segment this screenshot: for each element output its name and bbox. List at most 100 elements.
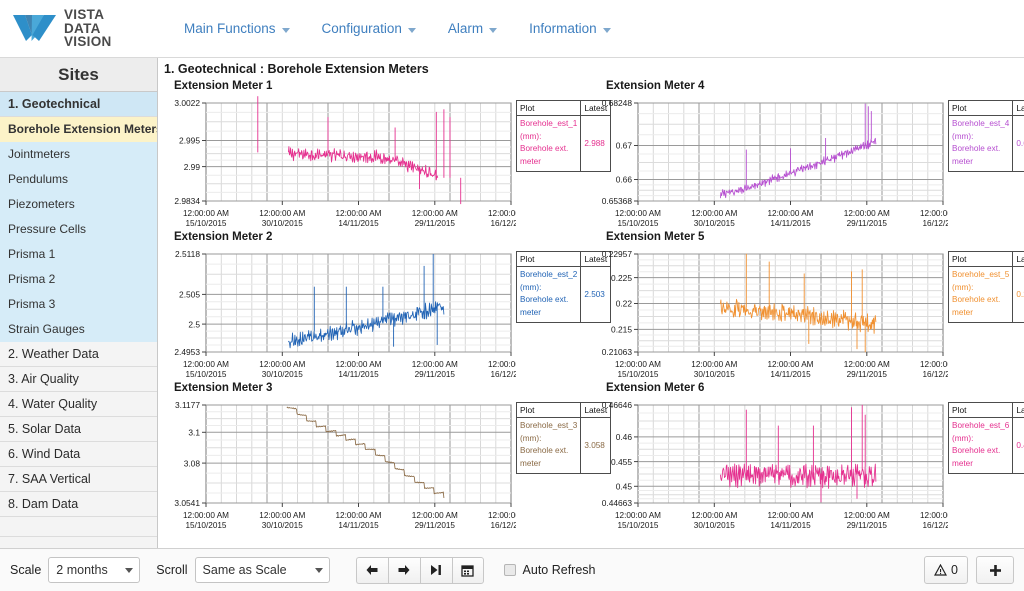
sidebar-item-prisma-2[interactable]: Prisma 2 xyxy=(0,267,157,292)
sidebar-item-label: 2. Weather Data xyxy=(8,347,99,361)
add-button[interactable] xyxy=(976,556,1014,584)
svg-text:29/11/2015: 29/11/2015 xyxy=(415,370,456,379)
sidebar-item-6-wind-data[interactable]: 6. Wind Data xyxy=(0,442,157,467)
legend-latest-value: 0.216 xyxy=(1012,266,1024,323)
svg-text:29/11/2015: 29/11/2015 xyxy=(847,521,888,530)
chart-plot-extension-meter-4[interactable]: 0.68248 0.67 0.66 0.65368 12:00:00 AM 15/10/2… xyxy=(594,95,948,239)
legend-latest-value: 0.452 xyxy=(1012,417,1024,474)
nav-configuration[interactable]: Configuration xyxy=(306,17,432,40)
nav-alarm[interactable]: Alarm xyxy=(432,17,513,40)
legend-header-row: PlotLatest xyxy=(947,402,1024,418)
legend-header-plot: Plot xyxy=(947,251,1014,267)
scroll-back-button[interactable] xyxy=(355,556,388,584)
sidebar-item-4-water-quality[interactable]: 4. Water Quality xyxy=(0,392,157,417)
sidebar-item-2-weather-data[interactable]: 2. Weather Data xyxy=(0,342,157,367)
scroll-select[interactable]: Same as Scale xyxy=(194,557,330,583)
sidebar-item-3-air-quality[interactable]: 3. Air Quality xyxy=(0,367,157,392)
sidebar-item-piezometers[interactable]: Piezometers xyxy=(0,192,157,217)
svg-text:30/10/2015: 30/10/2015 xyxy=(262,370,303,379)
app-logo[interactable]: VISTA DATA VISION xyxy=(12,8,152,49)
bottom-toolbar: Scale 2 months Scroll Same as Scale Auto… xyxy=(0,548,1024,591)
legend-series-name: Borehole_est_5 (mm): Borehole ext. meter xyxy=(947,266,1014,323)
legend-series-label: Borehole_est_2 (mm): xyxy=(520,270,578,292)
chart-body-extension-meter-4: 0.68248 0.67 0.66 0.65368 12:00:00 AM 15/10/2… xyxy=(594,95,1024,239)
sidebar-item-jointmeters[interactable]: Jointmeters xyxy=(0,142,157,167)
chart-plot-extension-meter-6[interactable]: 0.46646 0.46 0.455 0.45 0.44663 12:00:00 AM 15… xyxy=(594,397,948,541)
svg-text:30/10/2015: 30/10/2015 xyxy=(694,219,735,228)
svg-text:16/12/2015: 16/12/2015 xyxy=(923,521,948,530)
svg-text:12:00:00 AM: 12:00:00 AM xyxy=(488,209,516,218)
charts-grid: Extension Meter 1 3.0022 2.995 2.99 2.9834 12… xyxy=(158,77,1024,534)
sidebar-item-label: 4. Water Quality xyxy=(8,397,98,411)
chart-plot-extension-meter-1[interactable]: 3.0022 2.995 2.99 2.9834 12:00:00 AM 15/10/20… xyxy=(162,95,516,239)
sidebar-item-prisma-1[interactable]: Prisma 1 xyxy=(0,242,157,267)
sidebar-item-1-geotechnical[interactable]: 1. Geotechnical xyxy=(0,92,157,117)
sidebar-item-label: 8. Dam Data xyxy=(8,497,79,511)
sidebar-item-label: Pendulums xyxy=(8,172,69,186)
svg-text:2.5118: 2.5118 xyxy=(175,249,200,259)
svg-text:0.455: 0.455 xyxy=(611,457,632,467)
chart-title-extension-meter-3: Extension Meter 3 xyxy=(174,382,273,394)
legend-header-plot: Plot xyxy=(515,251,582,267)
sidebar-item-label: Pressure Cells xyxy=(8,222,87,236)
sidebar-item-7-saa-vertical[interactable]: 7. SAA Vertical xyxy=(0,467,157,492)
svg-text:0.65368: 0.65368 xyxy=(602,196,633,206)
legend-series-label: Borehole_est_1 (mm): xyxy=(520,119,578,141)
svg-text:2.995: 2.995 xyxy=(179,136,200,146)
sidebar-item-label: Jointmeters xyxy=(8,147,71,161)
nav-main-functions[interactable]: Main Functions xyxy=(168,17,306,40)
svg-text:29/11/2015: 29/11/2015 xyxy=(415,521,456,530)
sidebar-item-label: Prisma 1 xyxy=(8,247,56,261)
chart-panel-extension-meter-6: Extension Meter 6 0.46646 0.46 0.455 0.45 0.4… xyxy=(590,379,1024,534)
chart-legend-table-extension-meter-4: PlotLatestBorehole_est_4 (mm):Borehole e… xyxy=(947,100,1024,172)
svg-text:30/10/2015: 30/10/2015 xyxy=(694,521,735,530)
sidebar-item-5-solar-data[interactable]: 5. Solar Data xyxy=(0,417,157,442)
alarm-status-button[interactable]: 0 xyxy=(924,556,968,584)
calendar-button[interactable] xyxy=(451,556,484,584)
svg-text:12:00:00 AM: 12:00:00 AM xyxy=(412,511,458,520)
chart-title-extension-meter-4: Extension Meter 4 xyxy=(606,80,705,92)
scroll-forward-button[interactable] xyxy=(387,556,420,584)
chart-plot-extension-meter-3[interactable]: 3.1177 3.1 3.08 3.0541 12:00:00 AM 15/10/2015… xyxy=(162,397,516,541)
sidebar-item-pressure-cells[interactable]: Pressure Cells xyxy=(0,217,157,242)
scale-select[interactable]: 2 months xyxy=(48,557,141,583)
chart-plot-extension-meter-2[interactable]: 2.5118 2.505 2.5 2.4953 12:00:00 AM 15/10/201… xyxy=(162,246,516,390)
skip-to-end-icon xyxy=(431,565,441,575)
svg-text:15/10/2015: 15/10/2015 xyxy=(618,521,659,530)
chart-panel-extension-meter-4: Extension Meter 4 0.68248 0.67 0.66 0.65368 1… xyxy=(590,77,1024,228)
auto-refresh-checkbox[interactable] xyxy=(503,564,516,576)
legend-data-row[interactable]: Borehole_est_4 (mm): Borehole ext. meter 0… xyxy=(947,115,1024,172)
svg-text:0.45: 0.45 xyxy=(616,482,633,492)
legend-latest-value: 0.672 xyxy=(1012,115,1024,172)
svg-text:12:00:00 AM: 12:00:00 AM xyxy=(691,360,737,369)
sidebar-item-prisma-3[interactable]: Prisma 3 xyxy=(0,292,157,317)
sidebar-item-8-dam-data[interactable]: 8. Dam Data xyxy=(0,492,157,517)
svg-text:14/11/2015: 14/11/2015 xyxy=(338,219,379,228)
chart-plot-extension-meter-5[interactable]: 0.22957 0.225 0.22 0.215 0.21063 12:00:00 AM 1… xyxy=(594,246,948,390)
legend-data-row[interactable]: Borehole_est_5 (mm): Borehole ext. meter 0… xyxy=(947,266,1024,323)
svg-text:0.67: 0.67 xyxy=(616,141,633,151)
sidebar-item-borehole-extension-meters[interactable]: Borehole Extension Meters xyxy=(0,117,157,142)
logo-line-2: DATA xyxy=(64,20,101,36)
jump-to-end-button[interactable] xyxy=(419,556,452,584)
scale-select-wrap: 2 months xyxy=(48,557,141,583)
legend-header-latest: Latest xyxy=(1012,402,1024,418)
svg-text:30/10/2015: 30/10/2015 xyxy=(262,219,303,228)
svg-text:15/10/2015: 15/10/2015 xyxy=(186,521,227,530)
sidebar-item-pendulums[interactable]: Pendulums xyxy=(0,167,157,192)
chart-panel-extension-meter-1: Extension Meter 1 3.0022 2.995 2.99 2.9834 12… xyxy=(158,77,612,228)
legend-header-plot: Plot xyxy=(515,402,582,418)
auto-refresh-checkbox-wrap[interactable]: Auto Refresh xyxy=(503,563,596,577)
sidebar-item-strain-gauges[interactable]: Strain Gauges xyxy=(0,317,157,342)
svg-text:2.505: 2.505 xyxy=(179,290,200,300)
legend-header-latest: Latest xyxy=(1012,251,1024,267)
svg-text:0.66: 0.66 xyxy=(616,175,633,185)
plus-icon xyxy=(989,564,1001,576)
chart-title-extension-meter-1: Extension Meter 1 xyxy=(174,80,273,92)
svg-text:0.46646: 0.46646 xyxy=(602,400,633,410)
nav-information[interactable]: Information xyxy=(513,17,627,40)
svg-text:12:00:00 AM: 12:00:00 AM xyxy=(920,209,948,218)
svg-text:16/12/2015: 16/12/2015 xyxy=(923,370,948,379)
legend-data-row[interactable]: Borehole_est_6 (mm): Borehole ext. meter 0… xyxy=(947,417,1024,474)
svg-text:3.0022: 3.0022 xyxy=(174,98,200,108)
